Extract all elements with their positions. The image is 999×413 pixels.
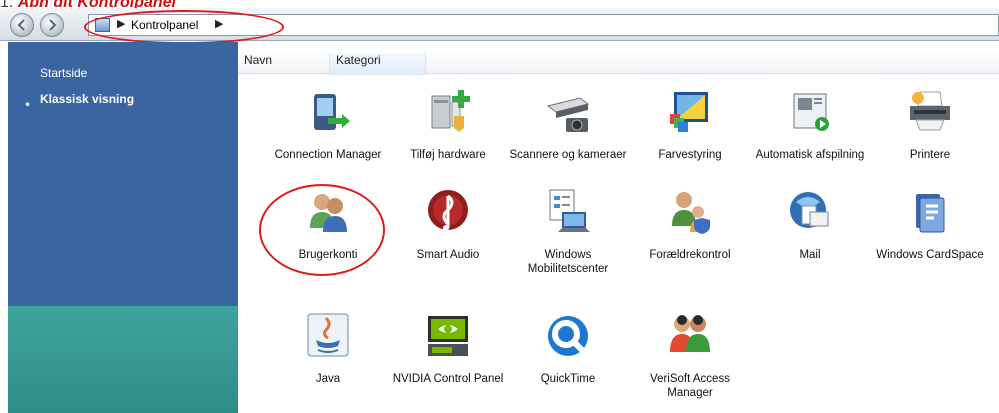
item-label: Tilføj hardware <box>410 149 486 161</box>
color-management-icon <box>670 92 708 132</box>
item-label: Smart Audio <box>416 249 480 261</box>
step-text: Åbn dit Kontrolpanel <box>18 0 176 8</box>
java-icon <box>307 313 349 357</box>
nvidia-icon <box>428 316 468 356</box>
column-kategori[interactable]: Kategori <box>330 53 426 75</box>
cardspace-icon <box>916 194 945 233</box>
item-label: Scannere og kameraer <box>509 149 627 161</box>
back-arrow-icon[interactable] <box>10 13 34 37</box>
verisoft-icon <box>670 315 710 352</box>
control-panel-content: Navn Kategori Connection Manager Tilføj … <box>238 42 999 413</box>
quicktime-icon <box>548 316 588 356</box>
item-label: Connection Manager <box>274 149 382 161</box>
instruction-caption: 1. Åbn dit Kontrolpanel <box>0 0 176 8</box>
item-label: Brugerkonti <box>298 249 358 261</box>
address-field[interactable]: ▶ Kontrolpanel ▶ <box>88 14 999 36</box>
address-bar: ▶ Kontrolpanel ▶ <box>0 8 999 41</box>
task-pane-footer <box>8 306 238 413</box>
parental-controls-icon <box>672 192 710 234</box>
item-label: QuickTime <box>540 373 596 385</box>
selected-bullet: • <box>24 98 32 112</box>
item-label: Java <box>315 373 341 385</box>
printer-icon <box>910 91 950 131</box>
item-label: Farvestyring <box>658 149 722 161</box>
item-label: Printere <box>909 149 951 161</box>
item-label: VeriSoft Access Manager <box>650 373 730 399</box>
item-label: Automatisk afspilning <box>755 149 865 161</box>
autoplay-icon <box>793 93 829 131</box>
scanner-camera-icon <box>546 97 590 132</box>
user-accounts-icon <box>310 194 347 232</box>
forward-arrow-icon[interactable] <box>40 13 64 37</box>
add-hardware-icon <box>431 90 470 132</box>
breadcrumb-separator[interactable]: ▶ <box>117 17 125 30</box>
mail-icon <box>790 192 829 228</box>
column-navn[interactable]: Navn <box>238 53 330 75</box>
column-header: Navn Kategori <box>238 50 999 75</box>
step-number: 1. <box>0 0 13 8</box>
item-label: Forældrekontrol <box>649 249 731 261</box>
item-label: Mail <box>799 249 821 261</box>
item-label: Windows CardSpace <box>876 249 984 261</box>
item-label: NVIDIA Control Panel <box>392 373 504 385</box>
sidebar-item-startside[interactable]: Startside <box>40 66 87 80</box>
item-label: Windows Mobilitetscenter <box>527 249 609 275</box>
sidebar-item-classic-view[interactable]: Klassisk visning <box>40 92 134 106</box>
control-panel-icon <box>95 18 110 32</box>
smart-audio-icon <box>428 190 468 231</box>
task-pane: Startside • Klassisk visning <box>8 42 238 413</box>
breadcrumb-location[interactable]: Kontrolpanel <box>131 18 198 32</box>
mobility-center-icon <box>549 189 590 232</box>
breadcrumb-separator-end[interactable]: ▶ <box>215 17 223 30</box>
task-pane-links-area <box>8 42 238 306</box>
connection-manager-icon <box>314 94 350 130</box>
